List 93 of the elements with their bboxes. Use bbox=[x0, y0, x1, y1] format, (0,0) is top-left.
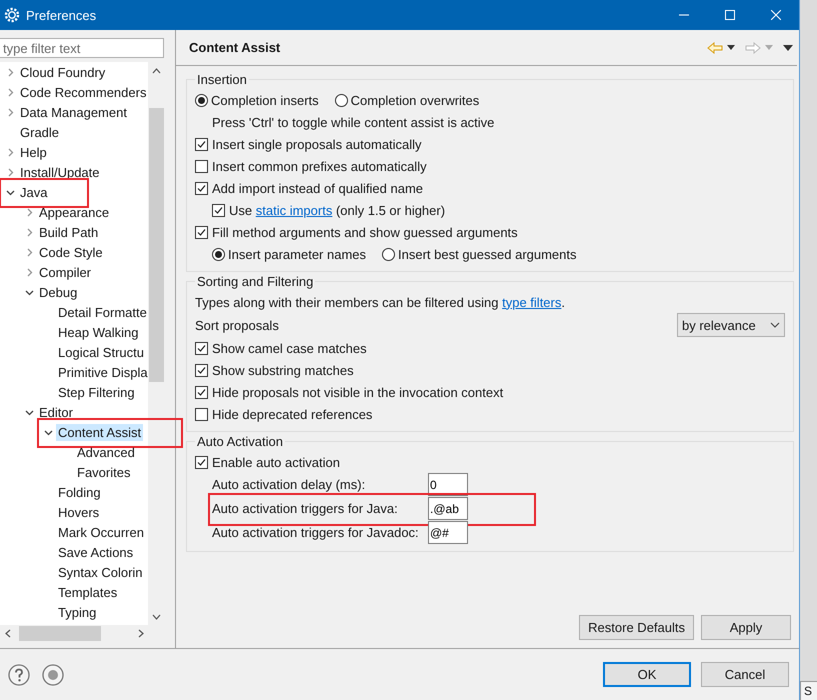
scroll-down-icon[interactable] bbox=[152, 614, 161, 620]
page-button[interactable]: Restore Defaults bbox=[579, 615, 694, 640]
tree-item[interactable]: Advanced bbox=[75, 444, 137, 460]
link[interactable]: type filters bbox=[502, 294, 562, 310]
tree-item[interactable]: Favorites bbox=[75, 464, 132, 480]
scrollbar-thumb[interactable] bbox=[19, 626, 101, 641]
group-title: Sorting and Filtering bbox=[196, 274, 314, 289]
filter-field[interactable]: type filter text bbox=[0, 38, 164, 58]
page-title: Content Assist bbox=[189, 40, 282, 55]
help-icon[interactable] bbox=[8, 664, 30, 686]
input-field[interactable]: 0 bbox=[428, 473, 468, 496]
tree-item[interactable]: Install/Update bbox=[18, 164, 102, 180]
tree-item[interactable]: Help bbox=[18, 144, 49, 160]
group-title: Auto Activation bbox=[196, 434, 284, 449]
field-label: Auto activation triggers for Javadoc: bbox=[212, 525, 420, 540]
tree-item[interactable]: Hovers bbox=[56, 504, 102, 520]
checkbox-label: Insert common prefixes automatically bbox=[212, 158, 427, 174]
tree-item[interactable]: Primitive Displa bbox=[56, 364, 150, 380]
menu-icon[interactable] bbox=[783, 44, 793, 50]
checkbox[interactable] bbox=[212, 204, 225, 216]
tree-item[interactable]: Typing bbox=[56, 604, 98, 620]
tree-item[interactable]: Save Actions bbox=[56, 544, 136, 560]
tree-item[interactable]: Code Style bbox=[37, 244, 105, 260]
checkbox-label: Insert single proposals automatically bbox=[212, 136, 422, 152]
dialog-button[interactable]: OK bbox=[603, 662, 691, 687]
tree-item[interactable]: Detail Formatte bbox=[56, 304, 149, 320]
scroll-right-icon[interactable] bbox=[138, 629, 144, 638]
checkbox-label: Show camel case matches bbox=[212, 340, 367, 356]
dropdown-icon[interactable] bbox=[727, 45, 735, 50]
maximize-icon[interactable] bbox=[725, 10, 735, 20]
note-text: Types along with their members can be filtered using type filters. bbox=[195, 294, 565, 310]
record-icon[interactable] bbox=[42, 664, 64, 686]
checkbox[interactable] bbox=[195, 160, 208, 172]
chevron-down-icon bbox=[770, 322, 780, 328]
group-title: Insertion bbox=[196, 72, 248, 87]
tree-item[interactable]: Content Assist bbox=[56, 424, 144, 440]
tree-item[interactable]: Editor bbox=[37, 404, 75, 420]
link[interactable]: static imports bbox=[256, 202, 332, 218]
tree-item[interactable]: Mark Occurren bbox=[56, 524, 146, 540]
radio-label: Insert best guessed arguments bbox=[398, 246, 577, 262]
checkbox[interactable] bbox=[195, 138, 208, 150]
tree-item[interactable]: Java bbox=[18, 184, 50, 200]
window-title: Preferences bbox=[26, 8, 98, 22]
checkbox[interactable] bbox=[195, 182, 208, 194]
gear-icon bbox=[4, 7, 20, 23]
tree-item[interactable]: Appearance bbox=[37, 204, 112, 220]
checkbox[interactable] bbox=[195, 364, 208, 376]
radio-label: Insert parameter names bbox=[228, 246, 366, 262]
tree-item[interactable]: Heap Walking bbox=[56, 324, 140, 340]
scrollbar-thumb[interactable] bbox=[149, 108, 164, 382]
checkbox[interactable] bbox=[195, 456, 208, 468]
tree-item[interactable]: Build Path bbox=[37, 224, 100, 240]
tree-item[interactable]: Cloud Foundry bbox=[18, 64, 108, 80]
checkbox-label: Add import instead of qualified name bbox=[212, 180, 424, 196]
input-field[interactable]: .@ab bbox=[428, 497, 468, 520]
checkbox-label: Show substring matches bbox=[212, 362, 354, 378]
radio-button[interactable] bbox=[195, 94, 208, 106]
input-field[interactable]: @# bbox=[428, 521, 468, 544]
checkbox-label: Use static imports (only 1.5 or higher) bbox=[229, 202, 446, 218]
tree-item[interactable]: Gradle bbox=[18, 124, 62, 140]
scroll-up-icon[interactable] bbox=[152, 68, 161, 74]
tree-item[interactable]: Step Filtering bbox=[56, 384, 137, 400]
radio-label: Completion inserts bbox=[211, 92, 319, 108]
radio-button[interactable] bbox=[382, 248, 396, 260]
checkbox-label: Hide deprecated references bbox=[212, 406, 372, 422]
checkbox[interactable] bbox=[195, 408, 208, 420]
checkbox-label: Fill method arguments and show guessed arguments bbox=[212, 224, 518, 240]
background-text: S bbox=[800, 681, 817, 700]
scroll-left-icon[interactable] bbox=[4, 629, 10, 638]
field-label: Auto activation delay (ms): bbox=[212, 477, 366, 492]
close-icon[interactable] bbox=[771, 10, 781, 20]
tree-item[interactable]: Compiler bbox=[37, 264, 94, 280]
tree-item[interactable]: Syntax Colorin bbox=[56, 564, 145, 580]
tree-item[interactable]: Templates bbox=[56, 584, 120, 600]
checkbox-label: Enable auto activation bbox=[212, 454, 340, 470]
tree-item[interactable]: Folding bbox=[56, 484, 103, 500]
radio-button[interactable] bbox=[334, 94, 348, 106]
checkbox[interactable] bbox=[195, 386, 208, 398]
tree-item[interactable]: Debug bbox=[37, 284, 80, 300]
tree-item[interactable]: Data Management bbox=[18, 104, 129, 120]
page-button[interactable]: Apply bbox=[701, 615, 791, 640]
sort-dropdown[interactable]: by relevance bbox=[677, 313, 785, 337]
radio-label: Completion overwrites bbox=[350, 92, 480, 108]
radio-button[interactable] bbox=[212, 248, 225, 260]
checkbox[interactable] bbox=[195, 226, 208, 238]
field-label: Auto activation triggers for Java: bbox=[212, 501, 399, 516]
tree-item[interactable]: Code Recommenders bbox=[18, 84, 148, 100]
checkbox-label: Hide proposals not visible in the invocation context bbox=[212, 384, 504, 400]
checkbox[interactable] bbox=[195, 342, 208, 354]
sort-label: Sort proposals bbox=[195, 318, 279, 332]
note-text: Press 'Ctrl' to toggle while content assist is active bbox=[212, 114, 494, 130]
tree-item[interactable]: Logical Structu bbox=[56, 344, 146, 360]
dialog-button[interactable]: Cancel bbox=[701, 662, 789, 687]
